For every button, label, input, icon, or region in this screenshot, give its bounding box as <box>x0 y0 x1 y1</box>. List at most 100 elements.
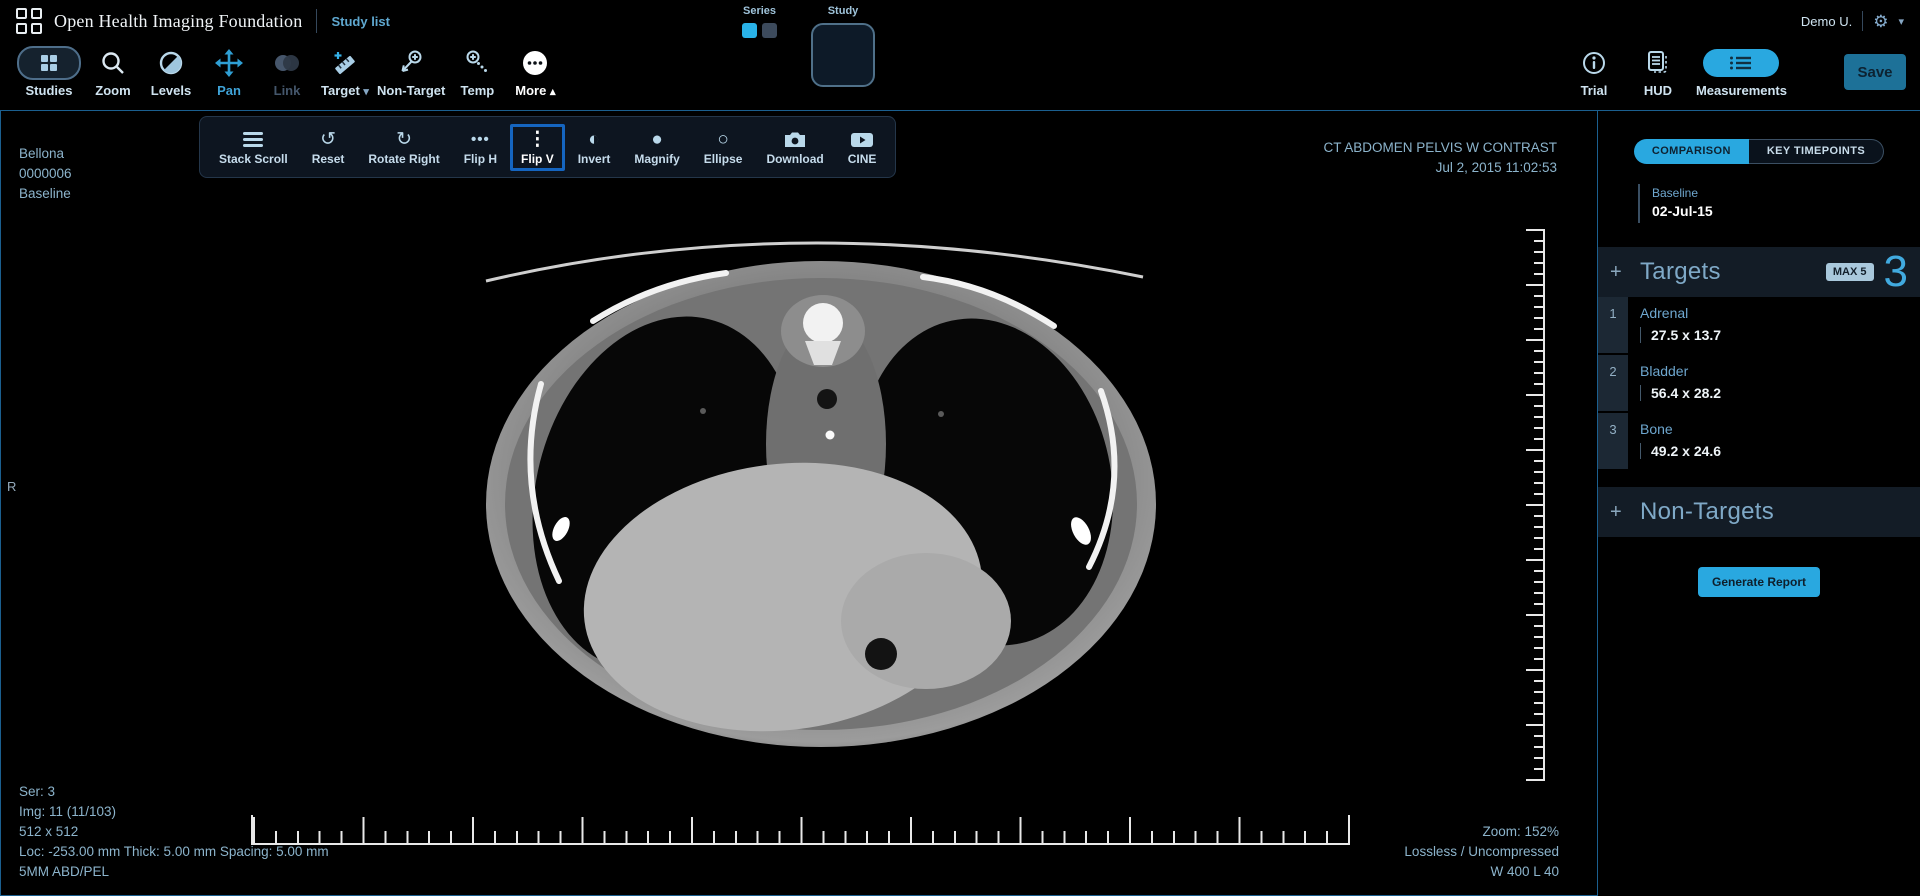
patient-id: 0000006 <box>19 165 72 182</box>
study-overlay: CT ABDOMEN PELVIS W CONTRAST Jul 2, 2015… <box>1323 139 1557 179</box>
non-targets-title: Non-Targets <box>1640 498 1774 526</box>
tool-link[interactable]: Link <box>258 42 316 98</box>
chevron-down-icon: ▾ <box>1898 15 1904 28</box>
series-study-thumbs: Series Study <box>742 5 875 87</box>
series-group: Series <box>742 5 777 38</box>
tool-zoom[interactable]: Zoom <box>84 42 142 98</box>
vertical-scale-ruler <box>1525 229 1545 781</box>
target-ruler-icon <box>332 46 358 80</box>
timepoint-label: Baseline <box>19 185 72 202</box>
tool-measurements[interactable]: Measurements <box>1693 42 1790 98</box>
tab-comparison[interactable]: COMPARISON <box>1634 139 1749 164</box>
image-dimensions: 512 x 512 <box>19 823 329 840</box>
camera-icon <box>784 129 806 151</box>
add-non-target-icon[interactable]: + <box>1610 501 1640 524</box>
menu-item-reset[interactable]: ↺ Reset <box>301 124 356 171</box>
tool-hud[interactable]: HUD <box>1629 42 1687 98</box>
window-level: W 400 L 40 <box>1404 863 1559 880</box>
menu-item-cine[interactable]: CINE <box>837 124 888 171</box>
rotate-right-icon: ↻ <box>396 129 412 151</box>
temp-dotted-icon <box>464 46 490 80</box>
menu-item-download[interactable]: Download <box>755 124 834 171</box>
menu-item-invert[interactable]: ◐ Invert <box>567 124 622 171</box>
user-menu[interactable]: Demo U. ⚙ ▾ <box>1801 11 1904 31</box>
ohif-viewer-app: Open Health Imaging Foundation Study lis… <box>0 0 1920 896</box>
info-icon <box>1581 46 1607 80</box>
reset-icon: ↺ <box>320 129 336 151</box>
timepoint-header: Baseline 02-Jul-15 <box>1638 184 1920 223</box>
magnifier-icon <box>100 46 126 80</box>
menu-item-stack-scroll[interactable]: Stack Scroll <box>208 124 299 171</box>
panel-tabs: COMPARISON KEY TIMEPOINTS <box>1598 139 1920 164</box>
tab-key-timepoints[interactable]: KEY TIMEPOINTS <box>1749 139 1884 164</box>
measurements-panel: COMPARISON KEY TIMEPOINTS Baseline 02-Ju… <box>1598 110 1920 896</box>
non-target-icon <box>398 46 424 80</box>
study-thumbnail[interactable] <box>811 23 875 87</box>
menu-item-flip-h[interactable]: ••• Flip H <box>453 124 508 171</box>
targets-title: Targets <box>1640 258 1721 286</box>
series-label: Series <box>743 5 776 17</box>
add-target-icon[interactable]: + <box>1610 261 1640 284</box>
target-measurement: 49.2 x 24.6 <box>1640 443 1721 459</box>
patient-name: Bellona <box>19 145 72 162</box>
study-description: CT ABDOMEN PELVIS W CONTRAST <box>1323 139 1557 156</box>
save-button[interactable]: Save <box>1844 54 1906 90</box>
tool-non-target[interactable]: Non-Target <box>374 42 448 98</box>
app-title: Open Health Imaging Foundation <box>54 11 302 32</box>
ohif-logo-icon <box>16 8 42 34</box>
stack-scroll-icon <box>243 129 263 151</box>
tool-studies[interactable]: Studies <box>14 42 84 98</box>
target-measurement: 56.4 x 28.2 <box>1640 385 1721 401</box>
image-viewport[interactable]: Stack Scroll ↺ Reset ↻ Rotate Right ••• … <box>0 110 1598 896</box>
tool-temp[interactable]: Temp <box>448 42 506 98</box>
menu-item-flip-v[interactable]: ⋮ Flip V <box>510 124 565 171</box>
tool-pan[interactable]: Pan <box>200 42 258 98</box>
target-row[interactable]: 3 Bone 49.2 x 24.6 <box>1598 413 1920 469</box>
horizontal-scale-ruler <box>251 815 1350 845</box>
tool-more[interactable]: More ▴ <box>506 42 564 98</box>
menu-item-magnify[interactable]: ● Magnify <box>623 124 690 171</box>
header-divider <box>316 9 317 33</box>
target-index: 1 <box>1598 297 1628 353</box>
target-name: Bone <box>1640 421 1721 437</box>
menu-item-ellipse[interactable]: ○ Ellipse <box>693 124 754 171</box>
gear-icon[interactable]: ⚙ <box>1873 13 1888 30</box>
invert-icon: ◐ <box>588 129 599 151</box>
measurements-list-icon <box>1703 49 1779 77</box>
target-name: Adrenal <box>1640 305 1721 321</box>
generate-report-button[interactable]: Generate Report <box>1698 567 1820 597</box>
patient-overlay: Bellona 0000006 Baseline <box>19 145 72 205</box>
series-thumb-idle[interactable] <box>762 23 777 38</box>
tool-levels[interactable]: Levels <box>142 42 200 98</box>
user-divider <box>1862 11 1863 31</box>
flip-h-icon: ••• <box>471 129 490 151</box>
magnify-circle-icon: ● <box>651 129 662 151</box>
chevron-up-icon: ▴ <box>550 86 556 98</box>
top-header: Open Health Imaging Foundation Study lis… <box>0 0 1920 42</box>
tool-trial[interactable]: Trial <box>1565 42 1623 98</box>
flip-v-icon: ⋮ <box>528 129 547 151</box>
orientation-marker: R <box>7 479 16 494</box>
target-measurement: 27.5 x 13.7 <box>1640 327 1721 343</box>
display-overlay: Zoom: 152% Lossless / Uncompressed W 400… <box>1404 823 1559 883</box>
series-thumb-active[interactable] <box>742 23 757 38</box>
chevron-down-icon: ▾ <box>363 86 369 98</box>
ct-axial-image <box>471 199 1171 779</box>
non-targets-section-header[interactable]: + Non-Targets <box>1598 487 1920 537</box>
menu-item-rotate-right[interactable]: ↻ Rotate Right <box>357 124 450 171</box>
compression: Lossless / Uncompressed <box>1404 843 1559 860</box>
target-row[interactable]: 1 Adrenal 27.5 x 13.7 <box>1598 297 1920 353</box>
series-number: Ser: 3 <box>19 783 329 800</box>
study-group: Study <box>811 5 875 87</box>
more-tools-menu: Stack Scroll ↺ Reset ↻ Rotate Right ••• … <box>199 116 896 178</box>
target-row[interactable]: 2 Bladder 56.4 x 28.2 <box>1598 355 1920 411</box>
more-ellipsis-icon <box>521 46 549 80</box>
study-label: Study <box>828 5 859 17</box>
targets-section-header[interactable]: + Targets MAX 5 3 <box>1598 247 1920 297</box>
tool-target[interactable]: Target ▾ <box>316 42 374 98</box>
timepoint-date: 02-Jul-15 <box>1652 203 1920 219</box>
study-datetime: Jul 2, 2015 11:02:53 <box>1323 159 1557 176</box>
slice-location: Loc: -253.00 mm Thick: 5.00 mm Spacing: … <box>19 843 329 860</box>
target-index: 3 <box>1598 413 1628 469</box>
nav-study-list[interactable]: Study list <box>331 14 390 29</box>
